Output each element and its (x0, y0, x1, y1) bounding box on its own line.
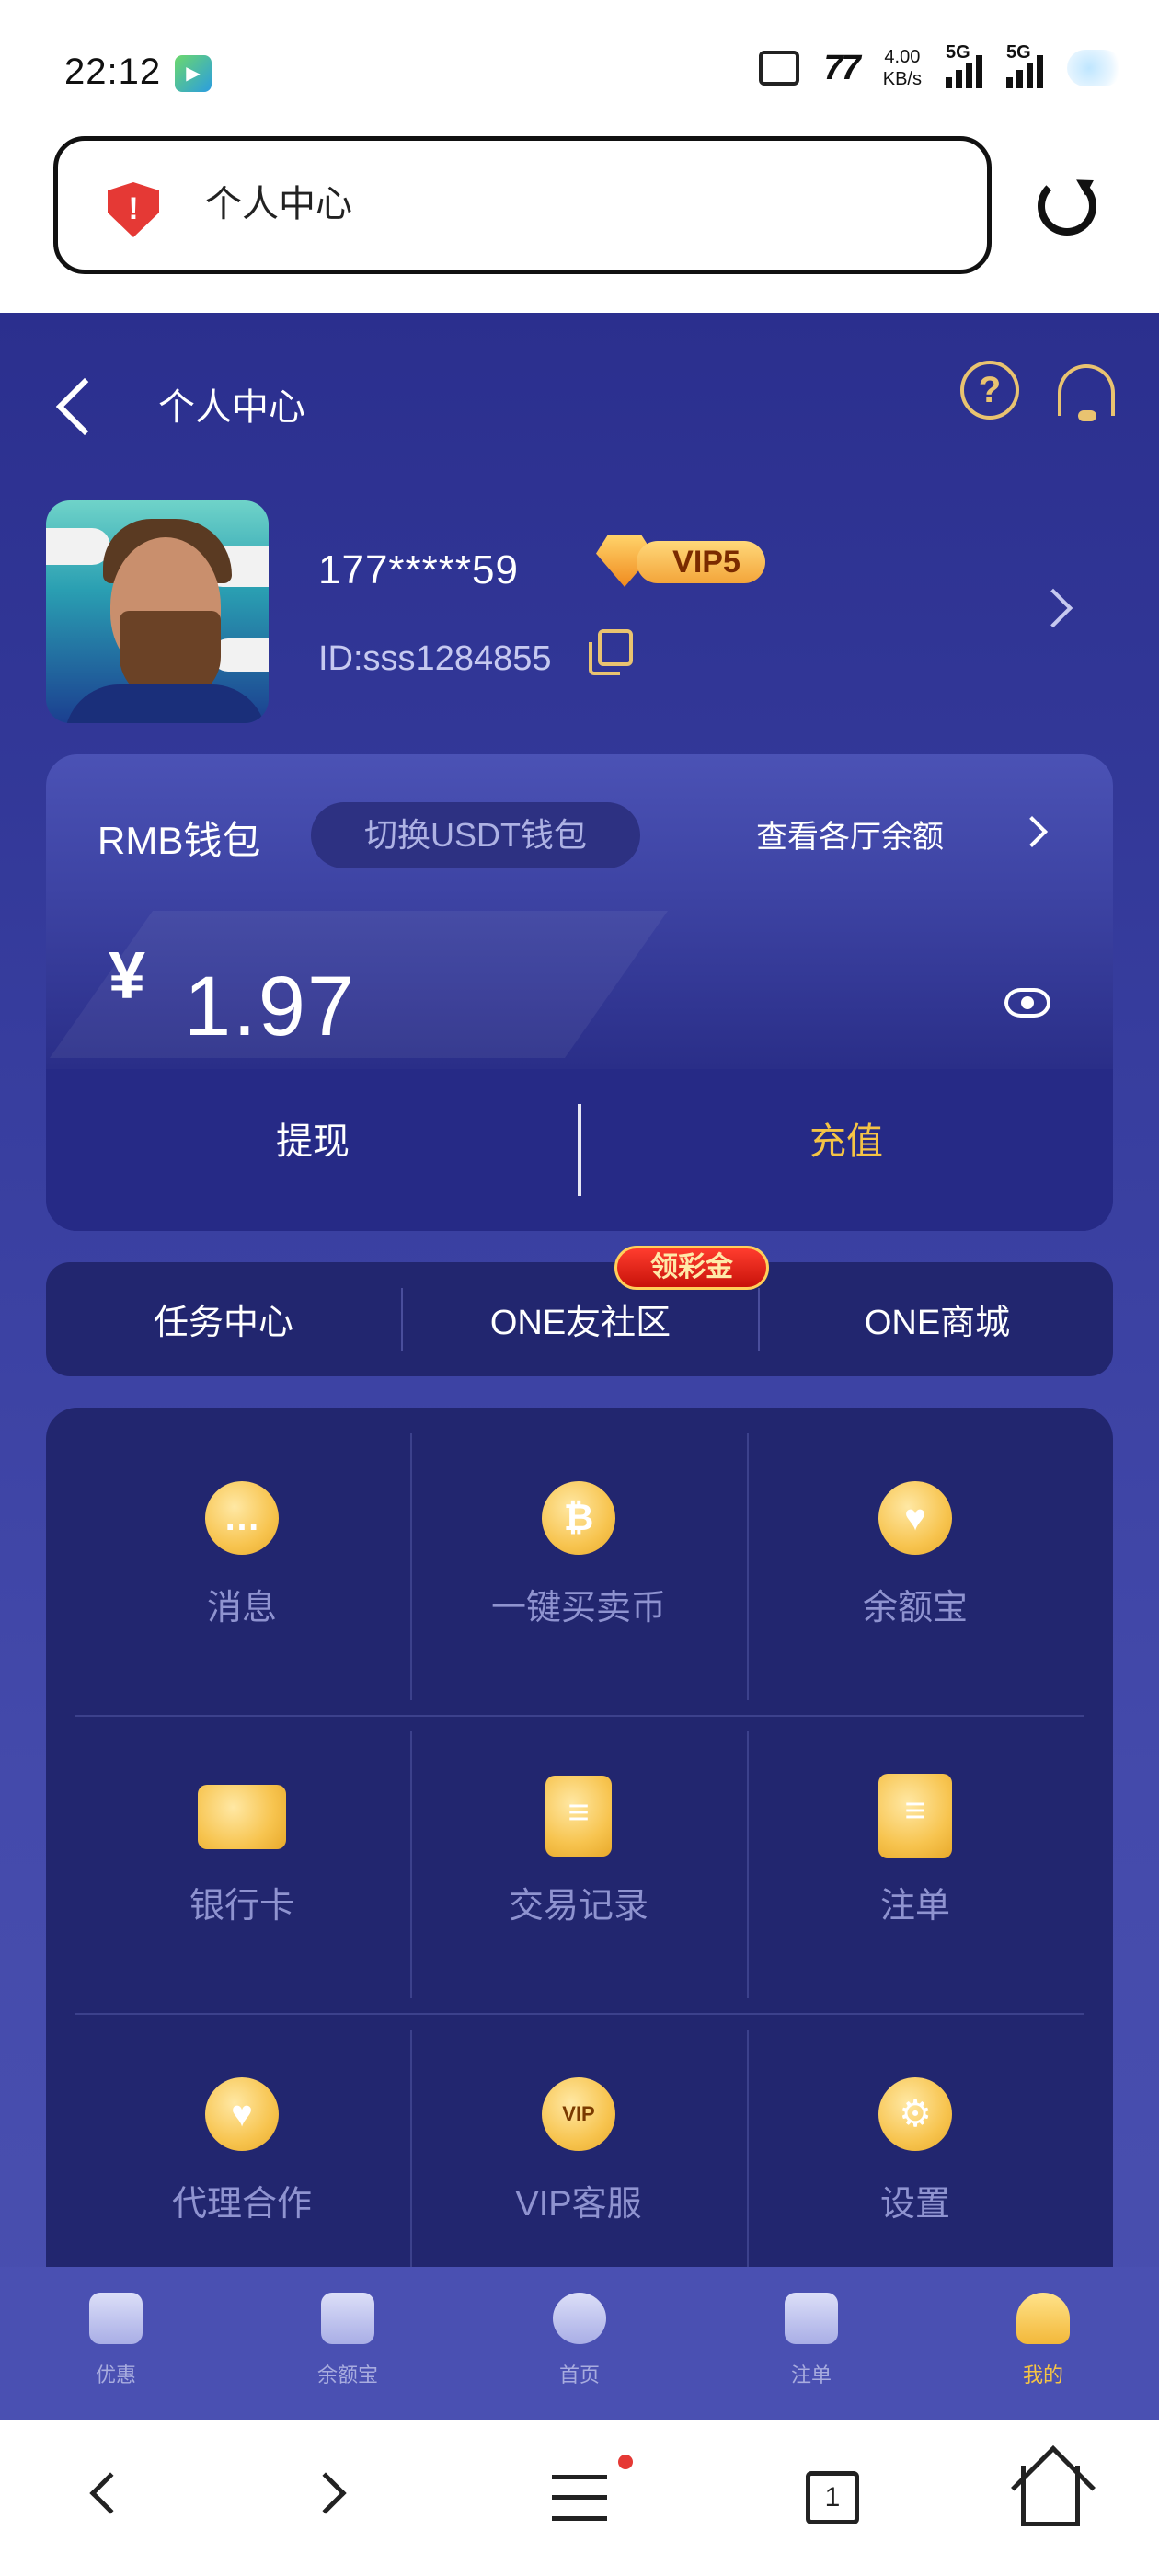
reload-icon[interactable] (1038, 177, 1096, 236)
document-icon: ≡ (545, 1776, 612, 1857)
grid-item-bets[interactable]: ≡ 注单 (747, 1706, 1084, 1982)
bonus-badge[interactable]: 领彩金 (614, 1246, 769, 1290)
address-bar[interactable]: ! 个人中心 (53, 136, 992, 274)
tab-bets[interactable]: 注单 (695, 2293, 927, 2388)
bitcoin-icon: ₿ (542, 1481, 615, 1555)
switch-wallet-button[interactable]: 切换USDT钱包 (311, 802, 640, 868)
user-phone: 177*****59 (318, 547, 519, 592)
browser-forward-icon[interactable] (304, 2472, 347, 2514)
tab-home[interactable]: 首页 (464, 2293, 695, 2388)
deposit-button[interactable]: 充值 (580, 1111, 1113, 1165)
signal-icon-sim2: 5G (1006, 42, 1043, 88)
security-warning-icon[interactable]: ! (108, 182, 159, 237)
customer-service-icon[interactable] (1058, 364, 1115, 421)
vip-support-icon: VIP (542, 2077, 615, 2151)
signal-icon-sim1: 5G (946, 42, 982, 88)
handshake-icon: ♥ (878, 1481, 952, 1555)
vip-badge: VIP5 (596, 534, 767, 587)
grid-item-bank-card[interactable]: 银行卡 (74, 1706, 410, 1982)
app-tab-bar: 优惠 余额宝 首页 注单 我的 (0, 2267, 1159, 2420)
app-content: 个人中心 ? 177*****59 VIP5 ID:sss1284855 RMB… (0, 313, 1159, 2420)
browser-nav-bar: 1 (0, 2420, 1159, 2576)
handshake-icon: ♥ (205, 2077, 279, 2151)
menu-icon[interactable] (552, 2475, 607, 2521)
chevron-right-icon[interactable] (1016, 816, 1048, 847)
address-bar-title[interactable]: 个人中心 (205, 174, 352, 227)
purse-icon (321, 2293, 374, 2344)
wallet-icon (89, 2293, 143, 2344)
settings-icon: ⚙ (878, 2077, 952, 2151)
tab-mine[interactable]: 我的 (927, 2293, 1159, 2388)
list-icon (785, 2293, 838, 2344)
view-balances-link[interactable]: 查看各厅余额 (756, 811, 944, 857)
wallet-balance: 1.97 (184, 960, 357, 1053)
community-link[interactable]: ONE友社区 (403, 1294, 758, 1344)
copy-icon[interactable] (589, 629, 633, 675)
mall-link[interactable]: ONE商城 (760, 1294, 1115, 1344)
browser-back-icon[interactable] (89, 2472, 132, 2514)
receipt-icon: ≡ (878, 1774, 952, 1858)
chevron-right-icon[interactable] (1033, 588, 1073, 628)
bank-card-icon (198, 1785, 286, 1849)
grid-item-transactions[interactable]: ≡ 交易记录 (410, 1706, 747, 1982)
user-icon (1016, 2293, 1070, 2344)
grid-item-vip-support[interactable]: VIP VIP客服 (410, 2004, 747, 2280)
notification-dot (618, 2455, 633, 2469)
wallet-card: RMB钱包 切换USDT钱包 查看各厅余额 ¥ 1.97 提现 充值 (46, 754, 1113, 1231)
tab-balance-treasure[interactable]: 余额宝 (232, 2293, 464, 2388)
vibrate-icon (759, 51, 800, 86)
tabs-button[interactable]: 1 (806, 2471, 859, 2524)
eye-icon[interactable] (1004, 988, 1050, 1018)
battery-icon (1067, 50, 1122, 86)
help-icon[interactable]: ? (960, 361, 1019, 420)
tab-promotions[interactable]: 优惠 (0, 2293, 232, 2388)
notification-app-icon: ▶ (175, 55, 212, 92)
grid-item-messages[interactable]: … 消息 (74, 1408, 410, 1684)
grid-item-agent[interactable]: ♥ 代理合作 (74, 2004, 410, 2280)
task-center-link[interactable]: 任务中心 (46, 1294, 401, 1344)
user-id: ID:sss1284855 (318, 639, 552, 678)
withdraw-button[interactable]: 提现 (46, 1111, 580, 1165)
grid-item-buy-sell-coin[interactable]: ₿ 一键买卖币 (410, 1408, 747, 1684)
home-logo-icon (553, 2293, 606, 2344)
currency-symbol: ¥ (109, 939, 146, 1013)
avatar[interactable] (46, 500, 269, 723)
back-icon[interactable] (55, 377, 114, 436)
home-icon[interactable] (1021, 2466, 1080, 2526)
quick-links: 任务中心 ONE友社区 ONE商城 (46, 1262, 1113, 1376)
network-speed: 4.00 KB/s (882, 47, 922, 89)
status-icons: 77 4.00 KB/s 5G 5G (759, 42, 1122, 90)
network-brand-icon: 77 (823, 48, 860, 87)
page-title: 个人中心 (158, 387, 305, 428)
message-icon: … (205, 1481, 279, 1555)
status-bar: 22:12 ▶ 77 4.00 KB/s 5G 5G (0, 0, 1159, 138)
status-time: 22:12 (64, 52, 162, 92)
wallet-label: RMB钱包 (98, 819, 261, 862)
grid-item-settings[interactable]: ⚙ 设置 (747, 2004, 1084, 2280)
grid-item-balance-treasure[interactable]: ♥ 余额宝 (747, 1408, 1084, 1684)
